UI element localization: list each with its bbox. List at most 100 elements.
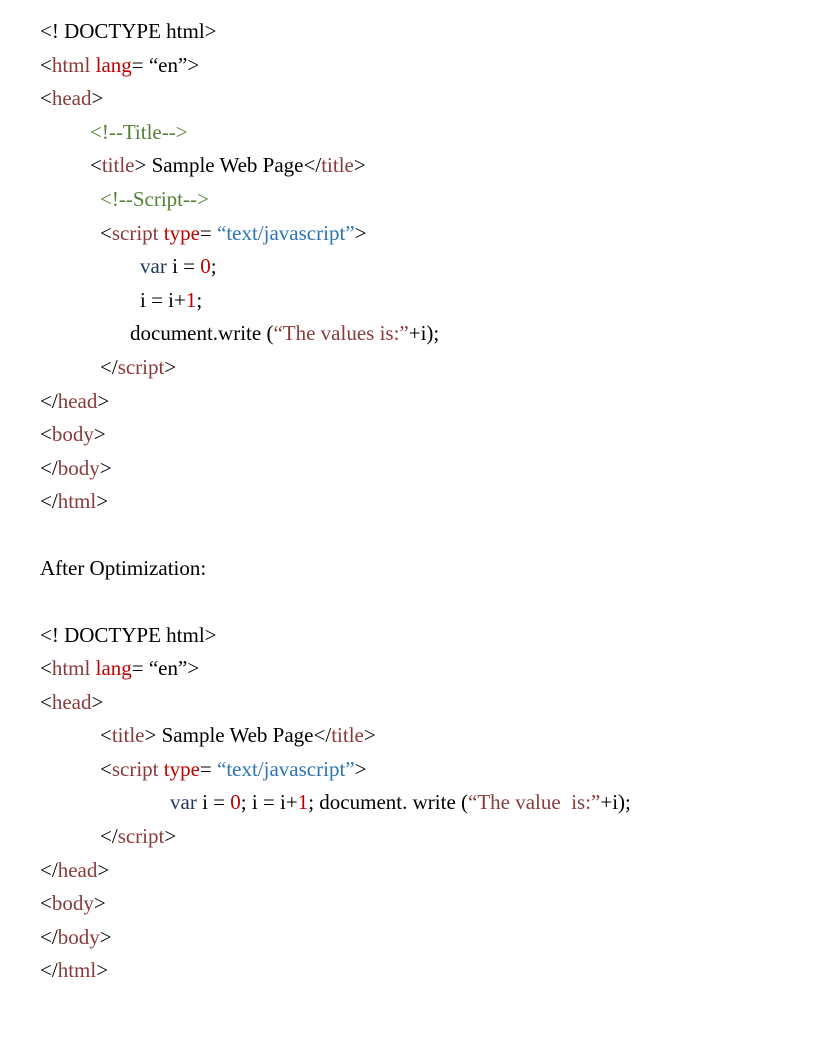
text: <: [40, 690, 52, 714]
tag: script: [112, 757, 164, 781]
text: i =: [172, 254, 200, 278]
spacer: [40, 519, 840, 552]
code-line: <title> Sample Web Page</title>: [40, 719, 840, 753]
text: >: [92, 86, 104, 110]
code-line: <head>: [40, 82, 840, 116]
comment: <!--Title-->: [90, 120, 188, 144]
text: After Optimization:: [40, 556, 206, 580]
text: >: [96, 489, 108, 513]
spacer: [40, 586, 840, 619]
text: >: [97, 858, 109, 882]
code-line: </head>: [40, 385, 840, 419]
text: i = i+: [140, 288, 186, 312]
text: >: [97, 389, 109, 413]
text: >: [164, 824, 176, 848]
code-line: <html lang= “en”>: [40, 49, 840, 83]
text: >: [94, 422, 106, 446]
text: >: [94, 891, 106, 915]
text: <: [100, 723, 112, 747]
code-line: i = i+1;: [40, 284, 840, 318]
attr: lang: [96, 53, 132, 77]
attr: type: [164, 757, 200, 781]
code-line: <body>: [40, 418, 840, 452]
text: > Sample Web Page</: [135, 153, 322, 177]
text: <: [40, 422, 52, 446]
code-line: <script type= “text/javascript”>: [40, 217, 840, 251]
text: ; i = i+: [241, 790, 298, 814]
text: >: [100, 925, 112, 949]
text: <: [90, 153, 102, 177]
code-line: <! DOCTYPE html>: [40, 15, 840, 49]
text: <: [100, 757, 112, 781]
number: 1: [298, 790, 309, 814]
number: 0: [200, 254, 211, 278]
text: = “en”: [132, 53, 188, 77]
tag: head: [52, 86, 92, 110]
text: >: [96, 958, 108, 982]
text: </: [100, 824, 118, 848]
tag: head: [58, 389, 98, 413]
tag: body: [52, 422, 94, 446]
text: ;: [196, 288, 202, 312]
tag: html: [58, 489, 97, 513]
text: =: [200, 757, 217, 781]
text: +i);: [409, 321, 440, 345]
tag: title: [331, 723, 364, 747]
attr: lang: [96, 656, 132, 680]
text: >: [355, 221, 367, 245]
tag: html: [52, 656, 96, 680]
tag: script: [118, 824, 165, 848]
tag: head: [58, 858, 98, 882]
text: </: [40, 456, 58, 480]
text: </: [40, 489, 58, 513]
text: <! DOCTYPE html>: [40, 19, 217, 43]
code-line: document.write (“The values is:”+i);: [40, 317, 840, 351]
keyword: var: [170, 790, 202, 814]
text: i =: [202, 790, 230, 814]
text: <: [40, 86, 52, 110]
string: “text/javascript”: [217, 757, 355, 781]
code-line: </html>: [40, 485, 840, 519]
text: </: [100, 355, 118, 379]
text: > Sample Web Page</: [145, 723, 332, 747]
text: >: [187, 53, 199, 77]
text: <: [40, 656, 52, 680]
text: +i);: [600, 790, 631, 814]
code-line: </body>: [40, 452, 840, 486]
code-line: </head>: [40, 854, 840, 888]
text: </: [40, 958, 58, 982]
text: >: [92, 690, 104, 714]
code-line: <head>: [40, 686, 840, 720]
tag: html: [52, 53, 96, 77]
text: <: [100, 221, 112, 245]
text: =: [200, 221, 217, 245]
tag: body: [52, 891, 94, 915]
text: <! DOCTYPE html>: [40, 623, 217, 647]
code-line: <!--Script-->: [40, 183, 840, 217]
separator-label: After Optimization:: [40, 552, 840, 586]
tag: title: [321, 153, 354, 177]
text: >: [364, 723, 376, 747]
code-line: </script>: [40, 820, 840, 854]
tag: html: [58, 958, 97, 982]
text: document.write (: [130, 321, 273, 345]
tag: head: [52, 690, 92, 714]
text: >: [354, 153, 366, 177]
text: </: [40, 389, 58, 413]
string: “text/javascript”: [217, 221, 355, 245]
number: 0: [230, 790, 241, 814]
text: </: [40, 858, 58, 882]
tag: body: [58, 456, 100, 480]
number: 1: [186, 288, 197, 312]
code-line: <html lang= “en”>: [40, 652, 840, 686]
tag: body: [58, 925, 100, 949]
tag: script: [118, 355, 165, 379]
code-line: <body>: [40, 887, 840, 921]
keyword: var: [140, 254, 172, 278]
attr: type: [164, 221, 200, 245]
text: </: [40, 925, 58, 949]
text: ; document. write (: [308, 790, 468, 814]
text: <: [40, 53, 52, 77]
code-line: <!--Title-->: [40, 116, 840, 150]
tag: title: [102, 153, 135, 177]
